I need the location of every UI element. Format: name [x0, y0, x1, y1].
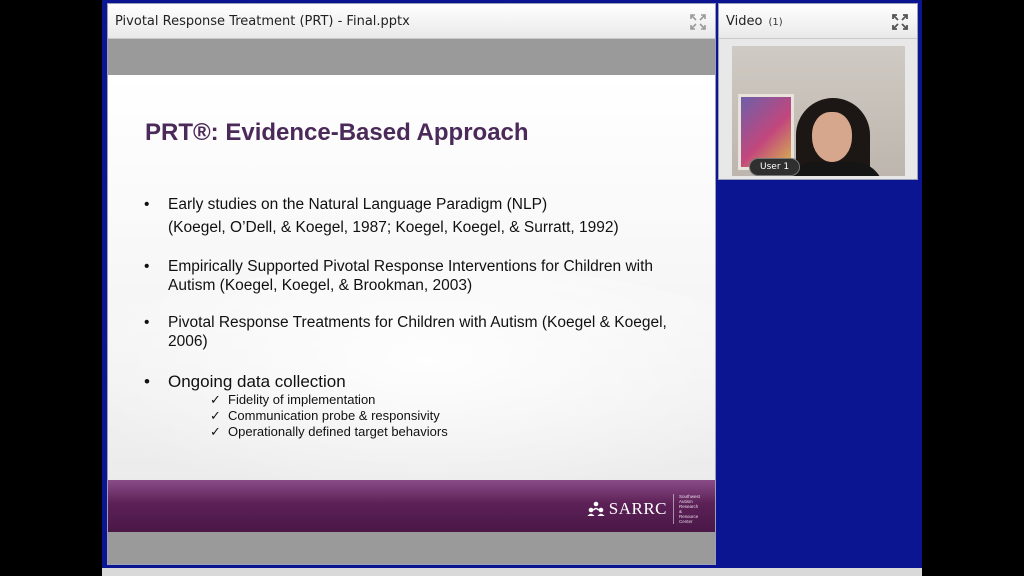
- slide-title: PRT®: Evidence-Based Approach: [145, 119, 529, 146]
- bullet-item: • Pivotal Response Treatments for Childr…: [144, 313, 694, 351]
- presenter-face: [812, 112, 852, 162]
- user-name-tag: User 1: [749, 158, 801, 176]
- slide-footer: SARRC Southwest Autism Research & Resour…: [108, 480, 715, 532]
- presentation-pod: Pivotal Response Treatment (PRT) - Final…: [107, 3, 716, 565]
- bullet-item: • Early studies on the Natural Language …: [144, 195, 619, 237]
- video-pod-title: Video (1): [726, 14, 783, 29]
- fullscreen-icon[interactable]: [690, 14, 706, 30]
- bullet-text: Pivotal Response Treatments for Children…: [168, 314, 667, 350]
- video-pod: Video (1) User 1: [718, 3, 918, 180]
- sub-list-item: ✓ Fidelity of implementation: [210, 392, 448, 408]
- people-logo-icon: [587, 501, 605, 516]
- presentation-pod-title: Pivotal Response Treatment (PRT) - Final…: [115, 14, 410, 29]
- bottom-bar: [102, 568, 922, 576]
- bullet-text: Empirically Supported Pivotal Response I…: [168, 258, 654, 294]
- sub-item-text: Fidelity of implementation: [228, 392, 376, 407]
- logo-tagline: Southwest Autism Research & Resource Cen…: [673, 494, 701, 524]
- slide-viewport: PRT®: Evidence-Based Approach • Early st…: [108, 39, 715, 564]
- participant-count: (1): [768, 17, 783, 28]
- sub-list: ✓ Fidelity of implementation ✓ Communicati…: [210, 392, 448, 440]
- presentation-pod-header: Pivotal Response Treatment (PRT) - Final…: [108, 4, 715, 39]
- check-icon: ✓: [210, 408, 221, 423]
- bullet-dot: •: [144, 372, 150, 391]
- bullet-text: Early studies on the Natural Language Pa…: [168, 196, 548, 213]
- bullet-dot: •: [144, 258, 150, 275]
- sub-item-text: Operationally defined target behaviors: [228, 424, 448, 439]
- bullet-dot: •: [144, 314, 150, 331]
- sarrc-logo: SARRC Southwest Autism Research & Resour…: [587, 494, 701, 524]
- bullet-citation: (Koegel, O’Dell, & Koegel, 1987; Koegel,…: [168, 219, 619, 236]
- check-icon: ✓: [210, 392, 221, 407]
- bullet-dot: •: [144, 196, 150, 213]
- slide: PRT®: Evidence-Based Approach • Early st…: [108, 75, 715, 532]
- webcam-video[interactable]: User 1: [732, 46, 905, 176]
- video-pod-label: Video: [726, 14, 763, 29]
- bullet-item: • Ongoing data collection: [144, 372, 346, 391]
- bullet-text: Ongoing data collection: [168, 372, 346, 391]
- sub-item-text: Communication probe & responsivity: [228, 408, 440, 423]
- bullet-item: • Empirically Supported Pivotal Response…: [144, 257, 694, 295]
- check-icon: ✓: [210, 424, 221, 439]
- video-pod-header: Video (1): [719, 4, 917, 39]
- sub-list-item: ✓ Operationally defined target behaviors: [210, 424, 448, 440]
- sub-list-item: ✓ Communication probe & responsivity: [210, 408, 448, 424]
- logo-text: SARRC: [608, 499, 667, 518]
- fullscreen-icon[interactable]: [892, 14, 908, 30]
